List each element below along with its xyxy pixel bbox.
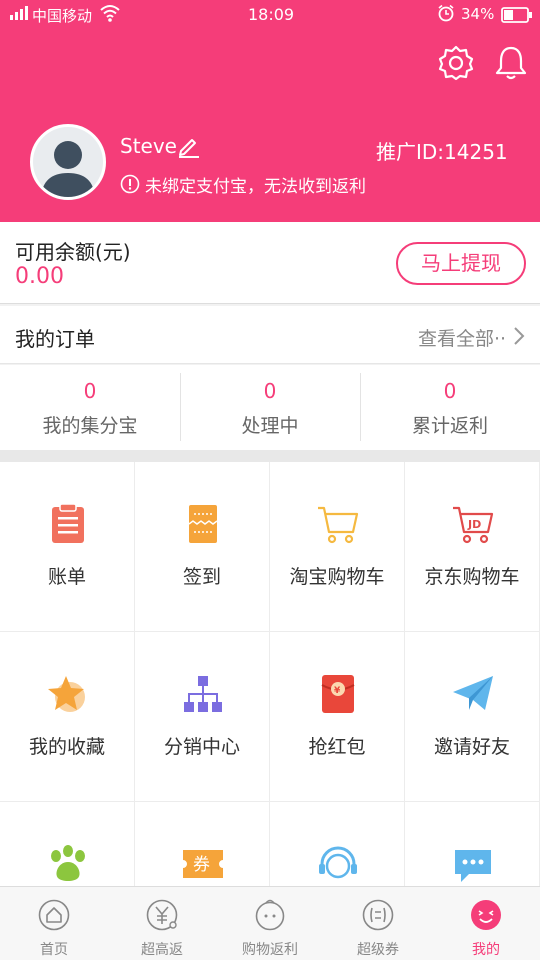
user-silhouette-icon — [33, 127, 103, 197]
coupon-tab-icon — [362, 899, 394, 931]
grid-item-jd-cart[interactable]: JD 京东购物车 — [405, 462, 540, 632]
tab-label: 我的 — [472, 942, 500, 958]
info-warning-icon — [120, 174, 140, 194]
balance-label: 可用余额(元) — [15, 240, 131, 264]
bag-icon — [254, 899, 286, 931]
avatar[interactable] — [30, 124, 106, 200]
smile-icon — [470, 899, 502, 931]
notifications-button[interactable] — [492, 44, 530, 82]
grid-item-label: 账单 — [47, 566, 86, 588]
grid-item-invite[interactable]: 邀请好友 — [405, 632, 540, 802]
star-icon — [46, 672, 90, 716]
tab-mine[interactable]: 我的 — [432, 887, 540, 960]
stat-value: 0 — [83, 379, 97, 403]
grid-item-label: 我的收藏 — [28, 736, 105, 758]
cart-icon — [316, 502, 360, 546]
grid-item-chat[interactable] — [405, 802, 540, 888]
grid-item-label: 签到 — [182, 566, 221, 588]
battery-icon — [501, 7, 533, 27]
tab-label: 超级券 — [357, 942, 399, 958]
hierarchy-icon — [181, 672, 225, 716]
orders-header[interactable]: 我的订单 查看全部·· — [0, 306, 540, 364]
grid-item-taobao-cart[interactable]: 淘宝购物车 — [270, 462, 405, 632]
stat-label: 累计返利 — [411, 415, 488, 437]
bell-icon — [492, 46, 530, 86]
alarm-icon — [437, 4, 455, 26]
grid-item-paw[interactable] — [0, 802, 135, 888]
grid-item-bill[interactable]: 账单 — [0, 462, 135, 632]
stat-processing[interactable]: 0 处理中 — [180, 365, 360, 450]
ticket-icon — [181, 502, 225, 546]
jd-cart-icon: JD — [451, 502, 495, 546]
status-time: 18:09 — [248, 5, 295, 24]
red-envelope-icon: ¥ — [316, 672, 360, 716]
grid-item-checkin[interactable]: 签到 — [135, 462, 270, 632]
grid-item-label: 分销中心 — [163, 736, 240, 758]
grid-item-coupon[interactable]: 券 — [135, 802, 270, 888]
grid-item-red-envelope[interactable]: ¥ 抢红包 — [270, 632, 405, 802]
stat-value: 0 — [263, 379, 277, 403]
grid-item-label: 京东购物车 — [424, 566, 520, 588]
grid-item-favorites[interactable]: 我的收藏 — [0, 632, 135, 802]
stat-jifenbao[interactable]: 0 我的集分宝 — [0, 365, 180, 450]
stat-label: 我的集分宝 — [42, 415, 138, 437]
paper-plane-icon — [451, 672, 495, 716]
gear-icon — [437, 45, 475, 86]
carrier-name: 中国移动 — [32, 7, 93, 25]
stat-value: 0 — [443, 379, 457, 403]
status-bar: 中国移动 18:09 34% — [0, 0, 540, 30]
signal-icon — [10, 5, 28, 25]
svg-text:¥: ¥ — [334, 686, 341, 696]
username: Steve — [120, 134, 177, 158]
grid-item-label: 抢红包 — [308, 736, 366, 758]
profile-header: 中国移动 18:09 34% Steve 推广ID:14251 未绑定支付宝，无… — [0, 0, 540, 222]
section-divider — [0, 450, 540, 462]
wifi-icon — [100, 4, 120, 26]
view-all-orders-link[interactable]: 查看全部·· — [418, 324, 506, 351]
tab-shopping-rebate[interactable]: 购物返利 — [216, 887, 324, 960]
yen-icon — [146, 899, 178, 931]
grid-item-label: 淘宝购物车 — [289, 566, 385, 588]
coupon-badge-text: 券 — [193, 855, 210, 875]
clipboard-icon — [46, 502, 90, 546]
coupon-icon: 券 — [181, 842, 225, 886]
balance-value: 0.00 — [15, 264, 64, 289]
alipay-warning[interactable]: 未绑定支付宝，无法收到返利 — [145, 172, 366, 197]
tab-label: 超高返 — [141, 942, 183, 958]
edit-profile-icon[interactable] — [176, 134, 200, 158]
orders-title: 我的订单 — [15, 327, 95, 351]
promo-id: 推广ID:14251 — [376, 140, 508, 164]
bottom-tab-bar: 首页 超高返 购物返利 超级券 我的 — [0, 886, 540, 960]
chat-icon — [451, 842, 495, 886]
tab-super-coupon[interactable]: 超级券 — [324, 887, 432, 960]
chevron-right-icon — [512, 326, 526, 346]
grid-item-distribution[interactable]: 分销中心 — [135, 632, 270, 802]
grid-item-support[interactable] — [270, 802, 405, 888]
battery-percent: 34% — [461, 5, 495, 23]
tab-label: 首页 — [40, 942, 68, 958]
balance-section: 可用余额(元) 0.00 马上提现 — [0, 222, 540, 304]
stat-total-rebate[interactable]: 0 累计返利 — [360, 365, 540, 450]
stat-label: 处理中 — [241, 415, 299, 437]
tab-super-rebate[interactable]: 超高返 — [108, 887, 216, 960]
home-icon — [38, 899, 70, 931]
tab-label: 购物返利 — [242, 942, 298, 958]
withdraw-button[interactable]: 马上提现 — [396, 242, 526, 285]
tab-home[interactable]: 首页 — [0, 887, 108, 960]
paw-icon — [46, 842, 90, 886]
settings-button[interactable] — [437, 44, 475, 82]
svg-text:JD: JD — [467, 518, 481, 531]
grid-item-label: 邀请好友 — [433, 736, 510, 758]
order-stats: 0 我的集分宝 0 处理中 0 累计返利 — [0, 365, 540, 450]
headset-icon — [316, 842, 360, 886]
feature-grid: 账单 签到 淘宝购物车 JD 京东购物车 我的收藏 分销中心 ¥ 抢红包 邀请好… — [0, 462, 540, 888]
